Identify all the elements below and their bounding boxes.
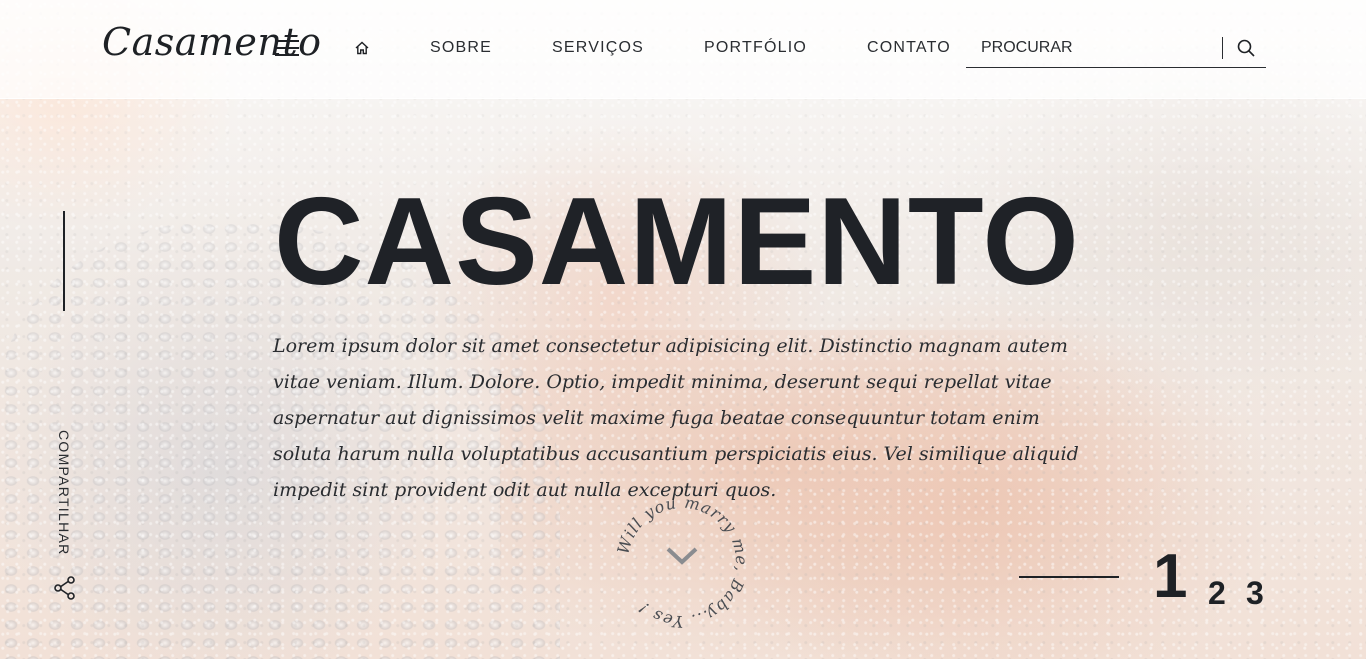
pager-item[interactable]: 3 — [1246, 575, 1264, 611]
site-header: Casamento SOBRE SERVIÇOS PORTFÓLIO CONTA… — [0, 0, 1366, 99]
vertical-accent-line — [63, 211, 65, 311]
share-label[interactable]: COMPARTILHAR — [56, 430, 72, 556]
nav-link-portfolio[interactable]: PORTFÓLIO — [704, 39, 807, 57]
pager-item[interactable]: 2 — [1208, 575, 1226, 611]
search-input[interactable] — [981, 36, 1221, 60]
hamburger-icon-bar — [275, 40, 299, 42]
nav-link-sobre[interactable]: SOBRE — [430, 39, 492, 57]
share-icon[interactable] — [52, 575, 78, 601]
search-divider — [1222, 37, 1223, 59]
scroll-down-badge[interactable]: Will you marry me, Baby... Yes ! — [612, 492, 752, 632]
main-nav: SOBRE SERVIÇOS PORTFÓLIO CONTATO — [352, 36, 1011, 60]
menu-toggle-button[interactable] — [275, 40, 299, 56]
hamburger-icon-bar — [275, 47, 299, 49]
pager-current[interactable]: 1 — [1153, 542, 1187, 612]
hero-title: CASAMENTO — [274, 173, 1080, 311]
pager-line — [1019, 576, 1119, 578]
home-icon[interactable] — [352, 38, 372, 58]
nav-link-contato[interactable]: CONTATO — [867, 39, 951, 57]
chevron-down-icon — [666, 547, 698, 565]
search-icon[interactable] — [1234, 36, 1258, 60]
hamburger-icon-bar — [275, 54, 299, 56]
search-bar — [966, 30, 1266, 68]
nav-link-servicos[interactable]: SERVIÇOS — [552, 39, 644, 57]
hero-description: Lorem ipsum dolor sit amet consectetur a… — [273, 335, 1079, 501]
